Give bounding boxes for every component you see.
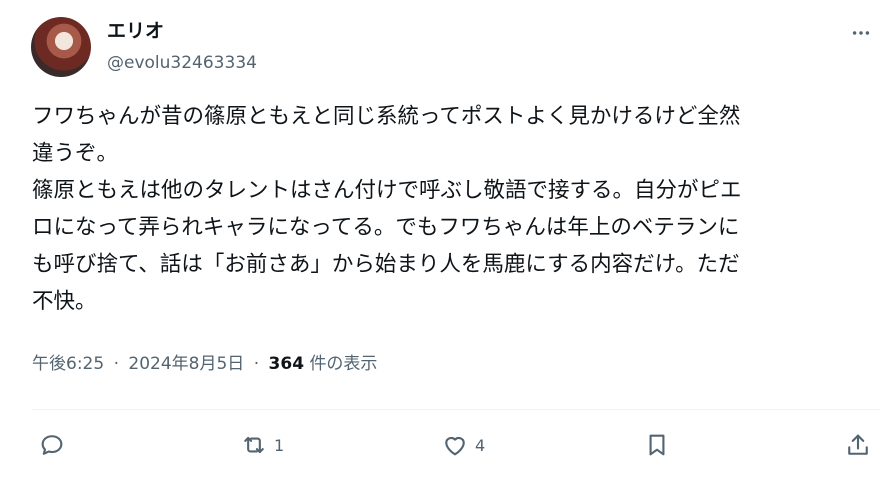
post-text-line: 不快。 [32, 289, 97, 314]
author-display-name[interactable]: エリオ [107, 19, 164, 43]
reply-icon [41, 435, 63, 455]
share-button[interactable] [844, 428, 872, 462]
like-icon [445, 436, 465, 456]
post-text-line: 違うぞ。 [32, 141, 119, 166]
separator: · [113, 354, 119, 374]
author-handle[interactable]: @evolu32463334 [107, 52, 257, 74]
post-metadata: 午後6:25 · 2024年8月5日 · 364 件の表示 [32, 352, 377, 376]
views-count: 364 [268, 354, 305, 374]
repost-button[interactable]: 1 [240, 428, 284, 462]
post-text-line: 篠原ともえは他のタレントはさん付けで呼ぶし敬語で接する。自分がピエ [32, 178, 742, 203]
post-date[interactable]: 2024年8月5日 [128, 354, 244, 374]
post-time[interactable]: 午後6:25 [32, 354, 104, 374]
like-count: 4 [475, 435, 486, 455]
bookmark-button[interactable] [643, 428, 671, 462]
post-text-line: も呼び捨て、話は「お前さあ」から始まり人を馬鹿にする内容だけ。ただ [32, 252, 740, 277]
share-icon [848, 434, 868, 455]
avatar[interactable] [31, 17, 91, 77]
divider [32, 409, 880, 410]
reply-button[interactable] [38, 428, 72, 462]
separator: · [253, 354, 260, 374]
views-label: 件の表示 [309, 354, 378, 374]
like-button[interactable]: 4 [441, 428, 485, 462]
post-text-line: フワちゃんが昔の篠原ともえと同じ系統ってポストよく見かけるけど全然 [32, 104, 741, 129]
more-options-button[interactable] [846, 18, 876, 48]
post-text: フワちゃんが昔の篠原ともえと同じ系統ってポストよく見かけるけど全然 違うぞ。 篠… [32, 98, 882, 320]
post-text-line: ロになって弄られキャラになってる。でもフワちゃんは年上のベテランに [32, 215, 740, 240]
repost-icon [244, 436, 264, 454]
more-icon [852, 31, 870, 35]
repost-count: 1 [274, 435, 285, 455]
bookmark-icon [649, 434, 665, 456]
